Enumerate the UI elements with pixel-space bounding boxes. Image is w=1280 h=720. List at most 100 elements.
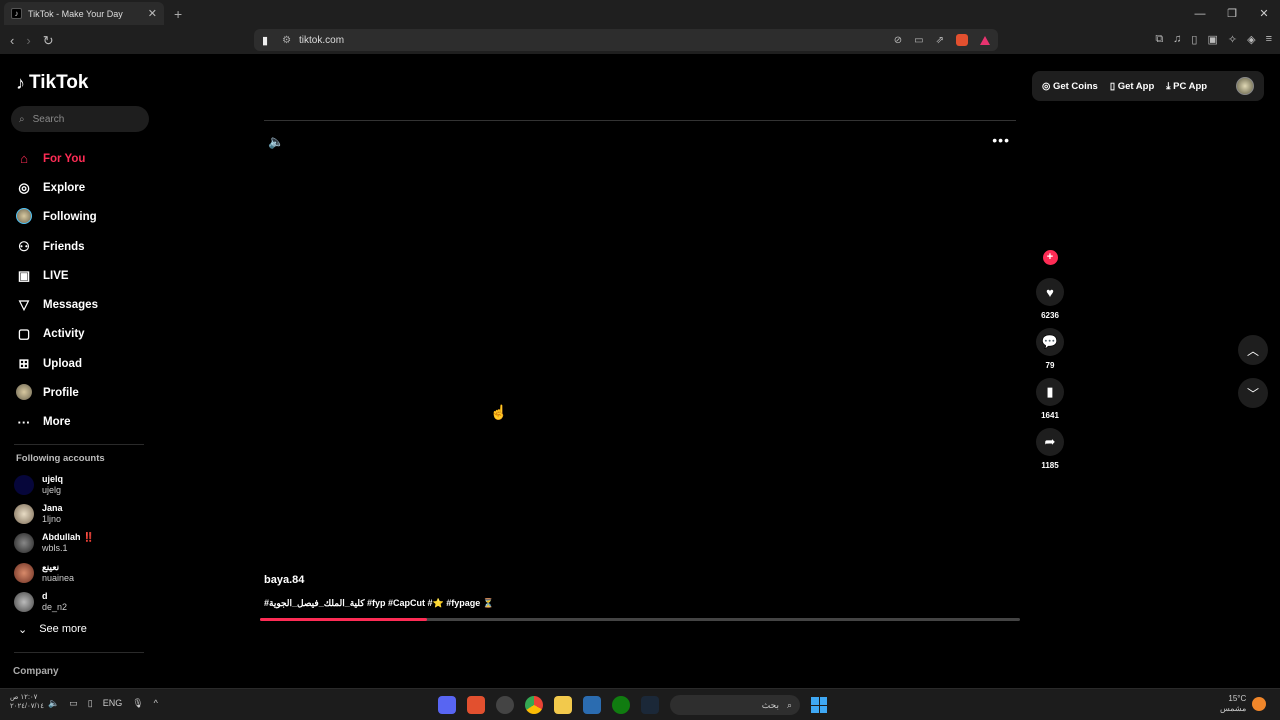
minimize-icon[interactable]: — (1184, 8, 1216, 20)
music-icon[interactable]: ♫ (1173, 33, 1181, 46)
sidebar-item-label: Following (43, 211, 97, 224)
site-info-icon[interactable]: ⚙ (282, 35, 291, 46)
video-author[interactable]: baya.84 (264, 574, 304, 586)
sidebar-item-following[interactable]: Following (16, 203, 98, 232)
video-progress-fill (260, 618, 428, 621)
file-explorer-icon[interactable] (554, 696, 572, 714)
xbox-icon[interactable] (612, 696, 630, 714)
steam-icon[interactable] (641, 696, 659, 714)
avatar (14, 591, 34, 612)
sidebar-item-activity[interactable]: ▢ Activity (16, 320, 98, 349)
close-tab-icon[interactable]: ✕ (148, 7, 157, 20)
avatar (14, 533, 34, 554)
chrome-icon[interactable] (525, 696, 543, 714)
discord-icon[interactable] (438, 696, 456, 714)
obs-icon[interactable] (496, 696, 514, 714)
tiktok-logo[interactable]: ♪ TikTok (16, 72, 88, 94)
video-progress-bar[interactable] (260, 618, 1020, 621)
follow-plus-button[interactable]: + (1042, 250, 1058, 265)
search-icon: ⌕ (19, 113, 25, 125)
close-window-icon[interactable]: ✕ (1248, 7, 1280, 20)
more-options-icon[interactable]: ••• (992, 132, 1010, 148)
get-coins-button[interactable]: ◎ Get Coins (1042, 81, 1098, 92)
previous-video-button[interactable]: ︿ (1238, 335, 1268, 365)
get-app-button[interactable]: ▯ Get App (1110, 81, 1154, 92)
sidebar-item-messages[interactable]: ▽ Messages (16, 290, 98, 319)
browser-tab[interactable]: ♪ TikTok - Make Your Day ✕ (4, 2, 164, 25)
wallet-icon[interactable]: ▣ (1207, 33, 1217, 46)
account-handle: wbls.1 (42, 543, 68, 554)
sidebar-item-friends[interactable]: ⚇ Friends (16, 232, 98, 261)
profile-avatar[interactable] (1236, 77, 1254, 95)
divider (14, 652, 144, 653)
see-more-button[interactable]: ⌄ See more (18, 623, 87, 636)
comment-button[interactable]: 💬 79 (1036, 328, 1064, 370)
reload-icon[interactable]: ↻ (43, 33, 54, 49)
sidebar-item-label: Profile (43, 387, 79, 400)
account-item[interactable]: Abdullah ‼️ wbls.1 (14, 529, 94, 558)
reader-icon[interactable]: ⊘ (894, 35, 902, 46)
language-indicator[interactable]: ENG (103, 698, 123, 709)
next-video-button[interactable]: ﹀ (1238, 378, 1268, 408)
account-item[interactable]: Jana 1ljno (14, 499, 94, 528)
clock[interactable]: ١٢:٠٧ ص ٢٠٢٤/٠٧/١٤ (10, 693, 44, 711)
tray-overflow-icon[interactable]: ^ (154, 698, 158, 709)
sidebar-item-label: Messages (43, 299, 98, 312)
forward-icon[interactable]: › (26, 33, 30, 49)
weather-widget[interactable]: 15°C مشمس (1220, 694, 1246, 714)
video-player[interactable]: 🔈 ••• baya.84 #كلية_الملك_فيصل_الجوية #f… (260, 120, 1020, 621)
windows-start-icon[interactable] (811, 697, 827, 713)
like-button[interactable]: ♥ 6236 (1036, 278, 1064, 320)
pc-app-button[interactable]: ⤓ PC App (1166, 81, 1207, 92)
account-item[interactable]: d de_n2 (14, 587, 94, 616)
taskbar-search[interactable]: بحث ⌕ (670, 695, 800, 715)
screenshot-icon[interactable]: ⧉ (1155, 33, 1163, 46)
brave-shields-icon[interactable] (956, 34, 968, 46)
comment-count: 79 (1045, 361, 1055, 370)
volume-tray-icon[interactable]: 🔈 (48, 698, 59, 709)
save-button[interactable]: ▮ 1641 (1036, 378, 1064, 420)
sidebar-item-explore[interactable]: ◎ Explore (16, 173, 98, 202)
url-text: tiktok.com (299, 34, 345, 46)
network-icon[interactable]: ▭ (69, 698, 78, 709)
volume-icon[interactable]: 🔈 (268, 134, 284, 150)
account-handle: ujelg (42, 484, 62, 495)
sidebar-item-profile[interactable]: Profile (16, 378, 98, 407)
get-coins-label: Get Coins (1052, 80, 1098, 92)
chevron-up-icon: ︿ (1246, 343, 1259, 358)
maximize-icon[interactable]: ❐ (1216, 7, 1248, 20)
vpn-icon[interactable]: ◈ (1247, 33, 1255, 46)
sidebar-icon[interactable]: ▯ (1191, 33, 1197, 46)
battery-icon[interactable]: ▯ (88, 698, 93, 709)
brave-rewards-icon[interactable] (980, 35, 990, 45)
share-button[interactable]: ➦ 1185 (1036, 428, 1064, 470)
cast-icon[interactable]: ▭ (914, 35, 923, 46)
account-item[interactable]: نعينع nuainea (14, 558, 94, 587)
sidebar-item-more[interactable]: ··· More (16, 408, 98, 437)
search-label: بحث (761, 699, 779, 710)
account-name: Jana (42, 502, 63, 513)
company-link[interactable]: Company (13, 666, 59, 677)
url-field[interactable]: ▮ ⚙ tiktok.com ⊘ ▭ ⇗ (254, 29, 998, 51)
following-accounts-title: Following accounts (16, 453, 105, 464)
microphone-icon[interactable]: 🎙 (132, 698, 143, 709)
tab-title: TikTok - Make Your Day (28, 8, 123, 19)
leo-icon[interactable]: ✧ (1228, 33, 1237, 46)
send-icon: ▽ (19, 297, 29, 313)
new-tab-icon[interactable]: + (174, 6, 182, 22)
menu-icon[interactable]: ≡ (1266, 33, 1272, 46)
sidebar-item-live[interactable]: ▣ LIVE (16, 261, 98, 290)
save-count: 1641 (1041, 411, 1059, 420)
avatar (14, 474, 34, 495)
sidebar-item-upload[interactable]: ⊞ Upload (16, 349, 98, 378)
store-icon[interactable] (583, 696, 601, 714)
sidebar-item-for-you[interactable]: ⌂ For You (16, 144, 98, 173)
back-icon[interactable]: ‹ (10, 33, 14, 49)
brave-icon[interactable] (467, 696, 485, 714)
weather-temp: 15°C (1228, 694, 1247, 703)
search-icon: ⌕ (786, 699, 792, 710)
search-input[interactable]: ⌕ Search (11, 106, 149, 132)
bookmark-icon[interactable]: ▮ (262, 34, 268, 47)
account-item[interactable]: ujelq ujelg (14, 470, 94, 499)
share-icon[interactable]: ⇗ (936, 35, 944, 46)
